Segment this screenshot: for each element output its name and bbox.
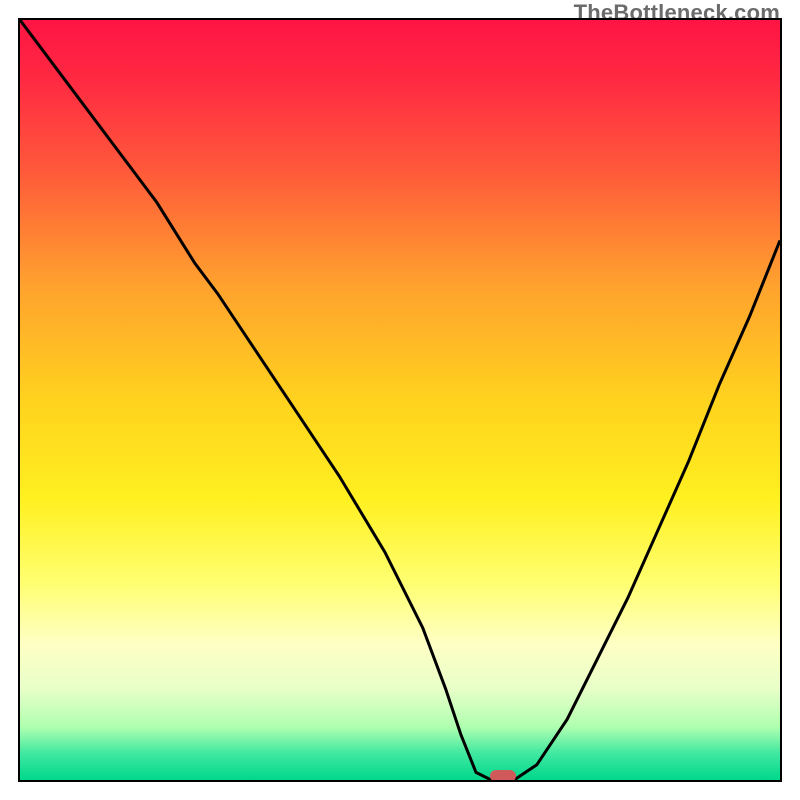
bottleneck-curve <box>20 20 780 780</box>
optimal-marker <box>490 770 516 782</box>
plot-area <box>18 18 782 782</box>
chart-frame: TheBottleneck.com <box>0 0 800 800</box>
curve-layer <box>20 20 780 780</box>
